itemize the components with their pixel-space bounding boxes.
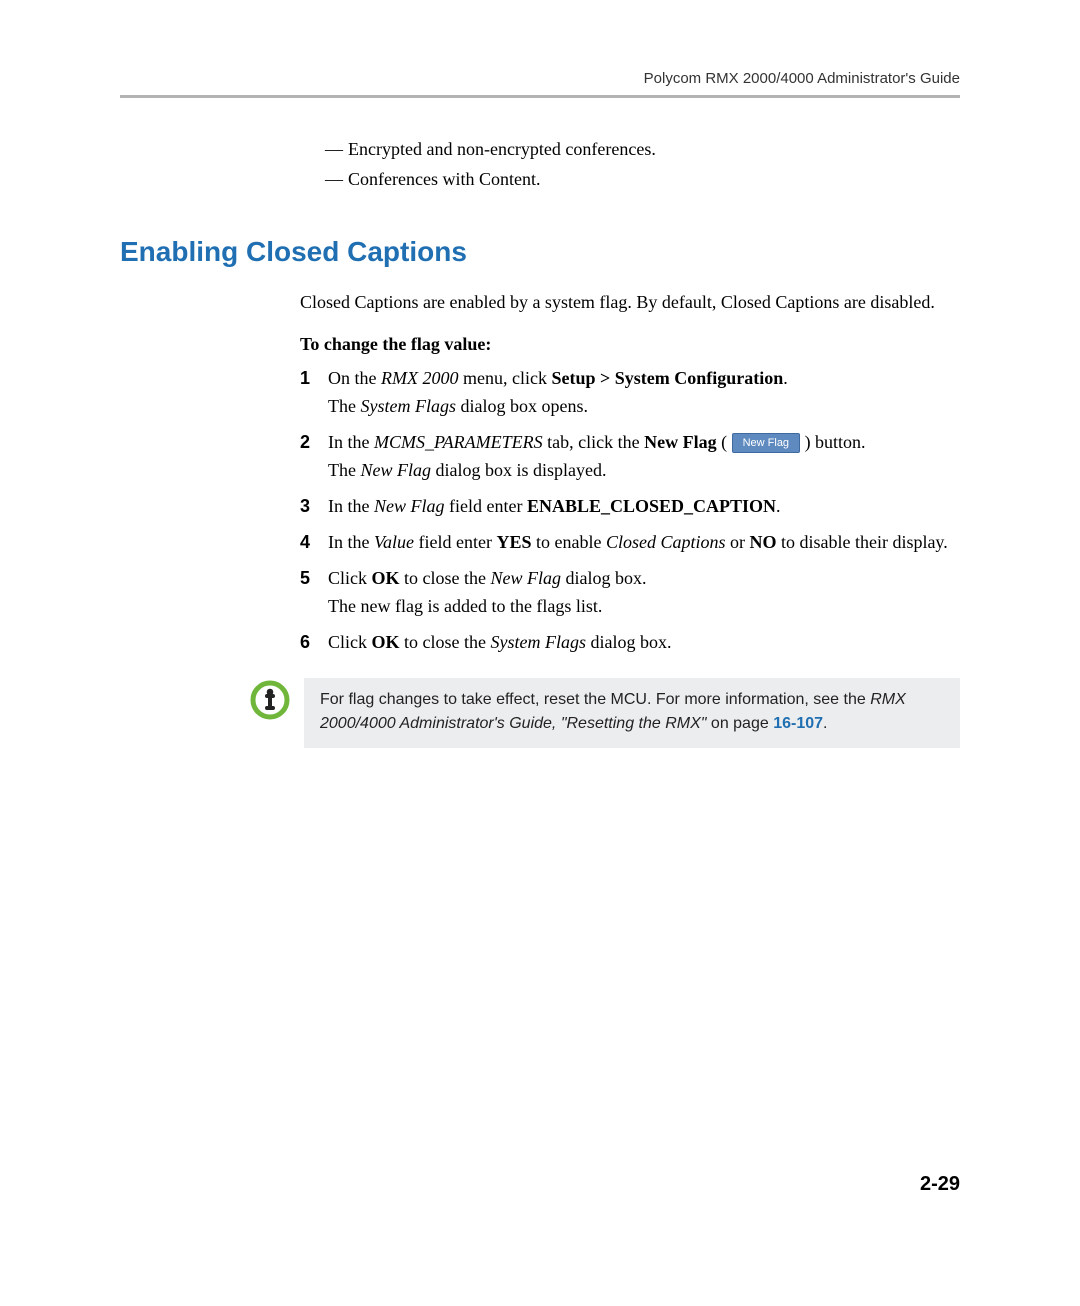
list-item: — Encrypted and non-encrypted conference…	[320, 136, 960, 162]
text-italic: MCMS_PARAMETERS	[374, 432, 543, 452]
text: dialog box.	[561, 568, 647, 588]
new-flag-button[interactable]: New Flag	[732, 433, 800, 453]
bullet-text: Encrypted and non-encrypted conferences.	[348, 136, 960, 162]
text-italic: New Flag	[491, 568, 562, 588]
bullet-list: — Encrypted and non-encrypted conference…	[320, 136, 960, 192]
note-text: .	[823, 715, 827, 732]
text-bold: Setup > System Configuration	[551, 368, 783, 388]
text: tab, click the	[543, 432, 644, 452]
dash-icon: —	[320, 136, 348, 162]
page-container: Polycom RMX 2000/4000 Administrator's Gu…	[0, 0, 1080, 1306]
text-bold: New Flag	[644, 432, 716, 452]
step-body: On the RMX 2000 menu, click Setup > Syst…	[328, 364, 960, 420]
text-italic: System Flags	[360, 396, 455, 416]
text-italic: Value	[374, 532, 414, 552]
step-number: 6	[300, 628, 328, 656]
text-italic: RMX 2000	[381, 368, 458, 388]
text: Click	[328, 568, 372, 588]
note-box: For flag changes to take effect, reset t…	[304, 678, 960, 748]
text: .	[776, 496, 781, 516]
step-list: 1 On the RMX 2000 menu, click Setup > Sy…	[300, 364, 960, 656]
text: In the	[328, 532, 374, 552]
step-body: In the New Flag field enter ENABLE_CLOSE…	[328, 492, 960, 520]
text-bold: ENABLE_CLOSED_CAPTION	[527, 496, 776, 516]
step-body: Click OK to close the System Flags dialo…	[328, 628, 960, 656]
step-number: 3	[300, 492, 328, 520]
text-italic: New Flag	[374, 496, 445, 516]
page-number: 2-29	[920, 1173, 960, 1196]
text: In the	[328, 432, 374, 452]
text: (	[717, 432, 732, 452]
text-italic: System Flags	[491, 632, 586, 652]
note-text: on page	[706, 715, 773, 732]
section-heading: Enabling Closed Captions	[120, 236, 960, 268]
text: dialog box opens.	[456, 396, 588, 416]
step-body: In the Value field enter YES to enable C…	[328, 528, 960, 556]
text-bold: YES	[496, 532, 531, 552]
intro-paragraph: Closed Captions are enabled by a system …	[300, 288, 960, 316]
text: .	[783, 368, 788, 388]
text: field enter	[444, 496, 526, 516]
step-number: 2	[300, 428, 328, 456]
dash-icon: —	[320, 166, 348, 192]
step-item: 3 In the New Flag field enter ENABLE_CLO…	[300, 492, 960, 520]
step-item: 6 Click OK to close the System Flags dia…	[300, 628, 960, 656]
list-item: — Conferences with Content.	[320, 166, 960, 192]
step-body: In the MCMS_PARAMETERS tab, click the Ne…	[328, 428, 960, 484]
text: field enter	[414, 532, 496, 552]
step-item: 4 In the Value field enter YES to enable…	[300, 528, 960, 556]
procedure-title: To change the flag value:	[300, 330, 960, 358]
step-item: 2 In the MCMS_PARAMETERS tab, click the …	[300, 428, 960, 484]
text: The	[328, 396, 360, 416]
text: dialog box is displayed.	[431, 460, 606, 480]
step-number: 4	[300, 528, 328, 556]
text: On the	[328, 368, 381, 388]
text: to close the	[400, 568, 491, 588]
text: menu, click	[458, 368, 551, 388]
text: ) button.	[800, 432, 866, 452]
text-bold: OK	[372, 632, 400, 652]
step-item: 1 On the RMX 2000 menu, click Setup > Sy…	[300, 364, 960, 420]
text: dialog box.	[586, 632, 672, 652]
page-ref-link[interactable]: 16-107	[773, 715, 823, 732]
running-head: Polycom RMX 2000/4000 Administrator's Gu…	[120, 70, 960, 87]
section-body: Closed Captions are enabled by a system …	[300, 288, 960, 656]
step-number: 5	[300, 564, 328, 592]
text: In the	[328, 496, 374, 516]
step-number: 1	[300, 364, 328, 392]
top-rule	[120, 95, 960, 98]
step-body: Click OK to close the New Flag dialog bo…	[328, 564, 960, 620]
note-icon	[250, 680, 294, 720]
text: to enable	[531, 532, 605, 552]
text-italic: New Flag	[360, 460, 431, 480]
text: Click	[328, 632, 372, 652]
text-bold: OK	[372, 568, 400, 588]
text: to disable their display.	[776, 532, 947, 552]
text: The new flag is added to the flags list.	[328, 596, 602, 616]
note-text: For flag changes to take effect, reset t…	[320, 691, 870, 708]
text: The	[328, 460, 360, 480]
text-italic: Closed Captions	[606, 532, 726, 552]
step-item: 5 Click OK to close the New Flag dialog …	[300, 564, 960, 620]
text: to close the	[400, 632, 491, 652]
note-row: For flag changes to take effect, reset t…	[250, 678, 960, 748]
bullet-text: Conferences with Content.	[348, 166, 960, 192]
text: or	[725, 532, 749, 552]
text-bold: NO	[749, 532, 776, 552]
